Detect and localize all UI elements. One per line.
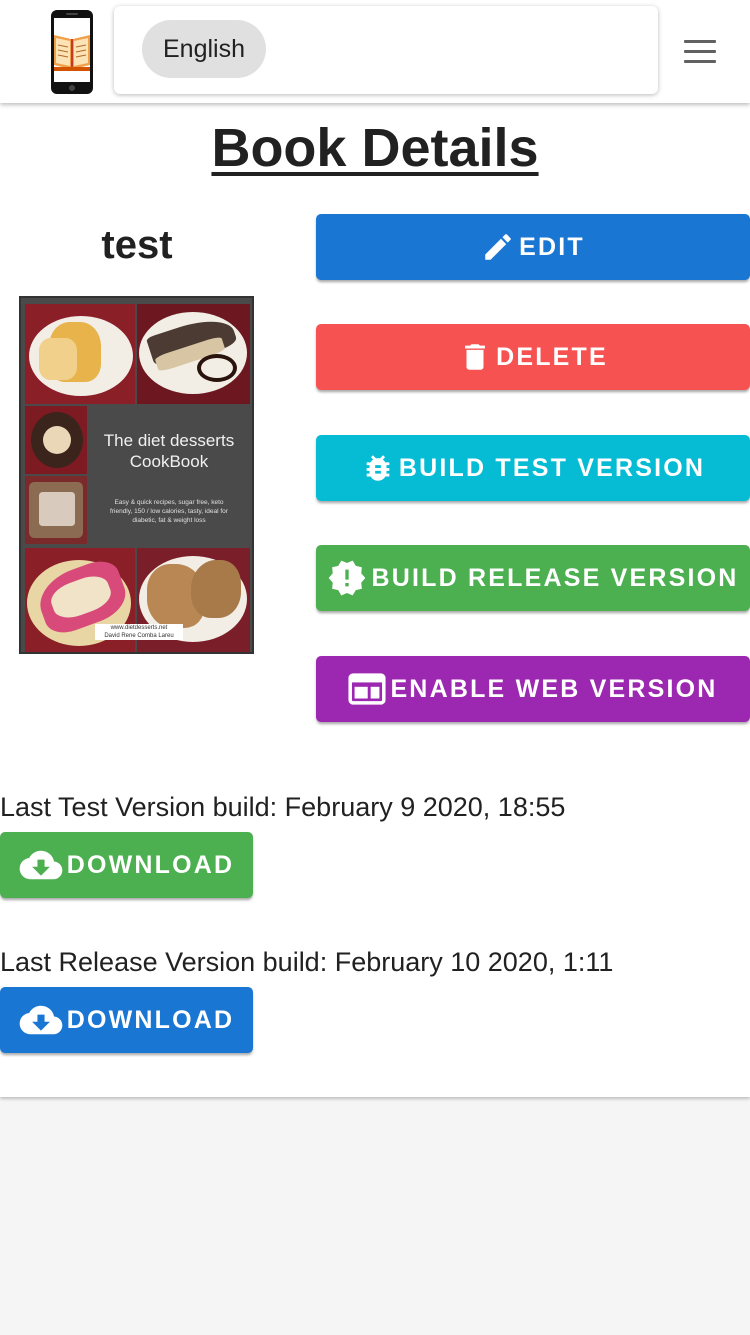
- build-test-label: BUILD TEST VERSION: [398, 453, 706, 482]
- page-title: Book Details: [211, 118, 539, 178]
- build-release-label: BUILD RELEASE VERSION: [371, 563, 739, 592]
- enable-web-label: ENABLE WEB VERSION: [390, 674, 718, 703]
- phone-book-logo-icon: [51, 10, 93, 94]
- bug-icon: [361, 451, 395, 485]
- web-window-icon: [348, 672, 386, 706]
- delete-button[interactable]: DELETE: [316, 324, 750, 390]
- download-release-button[interactable]: DOWNLOAD: [0, 987, 253, 1053]
- delete-label: DELETE: [496, 342, 608, 371]
- cover-description: Easy & quick recipes, sugar free, keto f…: [110, 499, 228, 524]
- language-selector-bar: English: [114, 6, 658, 94]
- book-cover-image: The diet desserts CookBook Easy & quick …: [19, 296, 254, 654]
- cover-title: The diet desserts CookBook: [103, 431, 235, 471]
- alert-decagram-icon: [327, 558, 367, 598]
- build-test-version-button[interactable]: BUILD TEST VERSION: [316, 435, 750, 501]
- hamburger-menu-icon[interactable]: [684, 40, 716, 64]
- download-release-label: DOWNLOAD: [66, 1005, 235, 1034]
- edit-label: EDIT: [519, 232, 585, 261]
- download-test-label: DOWNLOAD: [66, 850, 235, 879]
- build-release-version-button[interactable]: BUILD RELEASE VERSION: [316, 545, 750, 611]
- download-test-button[interactable]: DOWNLOAD: [0, 832, 253, 898]
- app-header: English: [0, 0, 750, 103]
- last-release-build-text: Last Release Version build: February 10 …: [0, 947, 614, 977]
- cover-footer: www.dietdesserts.net David Rene Comba La…: [95, 624, 183, 640]
- pencil-icon: [481, 230, 515, 264]
- book-name: test: [101, 223, 173, 267]
- language-chip[interactable]: English: [142, 20, 266, 78]
- cloud-download-icon: [19, 849, 63, 881]
- enable-web-version-button[interactable]: ENABLE WEB VERSION: [316, 656, 750, 722]
- edit-button[interactable]: EDIT: [316, 214, 750, 280]
- app-logo[interactable]: [50, 9, 94, 95]
- last-test-build-text: Last Test Version build: February 9 2020…: [0, 792, 566, 822]
- book-details-card: Book Details test The diet desserts Cook: [0, 103, 750, 1097]
- trash-icon: [458, 340, 492, 374]
- cloud-download-icon: [19, 1004, 63, 1036]
